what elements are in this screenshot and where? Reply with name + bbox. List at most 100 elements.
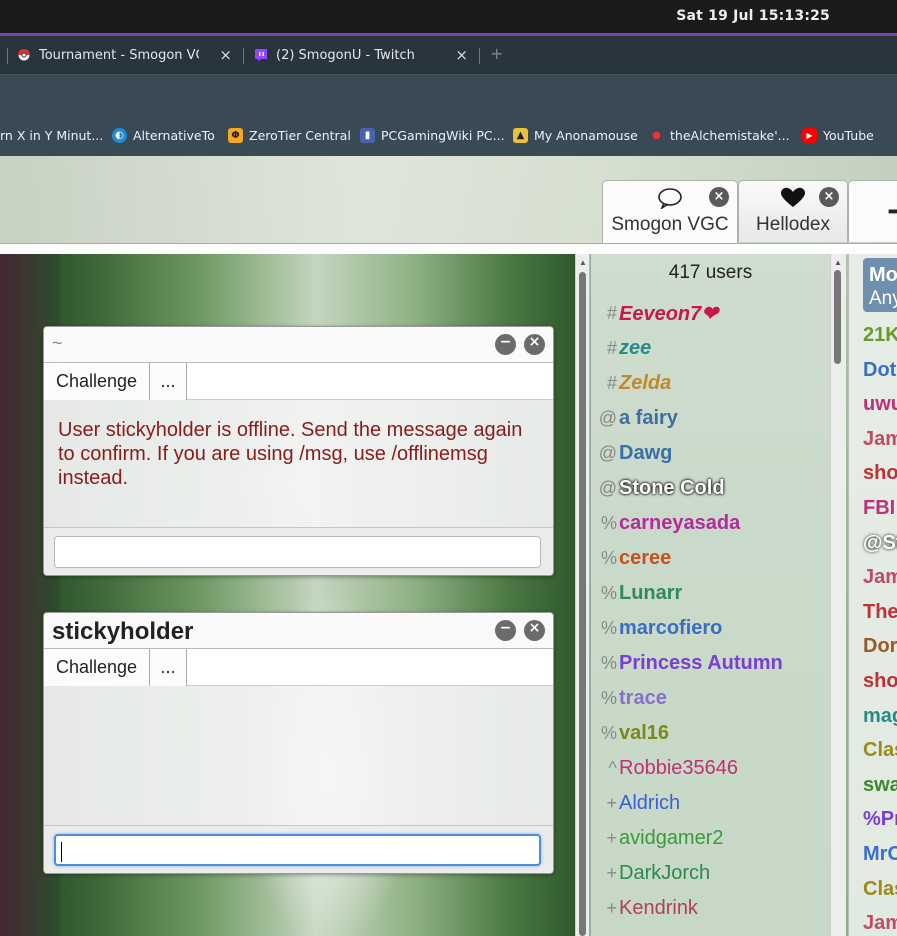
close-icon[interactable]: × — [524, 334, 545, 355]
user-rank-symbol: @ — [598, 442, 617, 463]
user-list-item[interactable]: % val16 — [591, 718, 669, 748]
new-room-tab[interactable]: + — [848, 180, 897, 242]
bookmarks-bar: rn X in Y Minut... ◐ AlternativeTo Φ Zer… — [0, 118, 897, 156]
chat-line: Dot — [863, 358, 897, 381]
bookmark-label: AlternativeTo — [133, 128, 215, 143]
user-name: a fairy — [619, 406, 678, 429]
pm-window-stickyholder: stickyholder − × Challenge ... — [43, 612, 554, 874]
user-list-item[interactable]: % carneyasada — [591, 508, 740, 538]
bookmark-label: ZeroTier Central — [249, 128, 351, 143]
browser-tab-twitch[interactable]: (2) SmogonU - Twitch × — [254, 43, 468, 67]
user-name: trace — [619, 686, 667, 709]
user-name: Dawg — [619, 441, 673, 464]
more-options-button[interactable]: ... — [150, 363, 187, 400]
challenge-button[interactable]: Challenge — [44, 363, 150, 400]
close-room-icon[interactable]: × — [819, 187, 839, 207]
user-rank-symbol: % — [600, 547, 617, 568]
minimize-icon[interactable]: − — [495, 620, 516, 641]
bookmark-item[interactable]: ● theAlchemistake'... — [649, 128, 789, 143]
user-rank-symbol: % — [600, 617, 617, 638]
user-name: Lunarr — [619, 581, 683, 604]
text-caret — [61, 842, 62, 862]
pm-message-log — [44, 686, 553, 722]
user-list-item[interactable]: # Zelda — [591, 368, 671, 398]
room-bar-strip — [0, 244, 897, 254]
chat-line: FBI — [863, 497, 896, 519]
user-name: zee — [619, 336, 652, 359]
bookmark-label: YouTube — [823, 128, 874, 143]
room-tab-hellodex[interactable]: Hellodex × — [738, 180, 848, 242]
pm-message-input[interactable] — [54, 834, 541, 866]
pm-title: stickyholder — [52, 618, 194, 645]
user-list-item[interactable]: % trace — [591, 683, 667, 713]
scroll-up-icon[interactable]: ▲ — [579, 258, 587, 267]
close-tab-icon[interactable]: × — [219, 46, 232, 64]
tab-separator — [479, 48, 480, 64]
browser-tab-tournament[interactable]: Tournament - Smogon VGC L × — [17, 43, 232, 67]
challenge-button[interactable]: Challenge — [44, 649, 150, 686]
user-list-item[interactable]: @ Stone Cold — [591, 473, 725, 503]
user-list-item[interactable]: @ a fairy — [591, 403, 678, 433]
user-list-item[interactable]: % Princess Autumn — [591, 648, 783, 678]
user-name: Stone Cold — [619, 476, 725, 499]
user-name: Aldrich — [619, 791, 681, 814]
user-rank-symbol: % — [600, 512, 617, 533]
close-room-icon[interactable]: × — [709, 187, 729, 207]
zerotier-icon: Φ — [228, 128, 243, 143]
bookmark-item[interactable]: ▶ YouTube — [802, 128, 874, 143]
user-list-item[interactable]: + Aldrich — [591, 788, 680, 818]
system-top-bar: Sat 19 Jul 15:13:25 — [0, 0, 897, 33]
user-rank-symbol: @ — [598, 407, 617, 428]
close-tab-icon[interactable]: × — [455, 46, 468, 64]
more-options-button[interactable]: ... — [150, 649, 187, 686]
scroll-up-icon[interactable]: ▲ — [834, 258, 842, 267]
bookmark-item[interactable]: rn X in Y Minut... — [0, 128, 103, 143]
browser-tab-title: Tournament - Smogon VGC L — [39, 47, 199, 63]
pm-area-scrollbar[interactable]: ▲ — [575, 254, 589, 936]
user-rank-symbol: % — [600, 722, 617, 743]
tab-separator — [7, 48, 8, 64]
user-name: Kendrink — [619, 896, 698, 919]
bookmark-item[interactable]: ▮ PCGamingWiki PC... — [360, 128, 505, 143]
pokeball-icon: ● — [652, 130, 661, 141]
user-list-item[interactable]: % ceree — [591, 543, 671, 573]
pm-header[interactable]: ~ − × — [44, 327, 553, 363]
user-rank-symbol: % — [600, 687, 617, 708]
user-list-item[interactable]: ^ Robbie35646 — [591, 753, 738, 783]
pm-header[interactable]: stickyholder − × — [44, 613, 553, 649]
new-tab-button[interactable]: + — [490, 44, 503, 63]
scrollbar-thumb[interactable] — [834, 270, 841, 364]
user-name: Robbie35646 — [619, 756, 738, 779]
chat-line: sho — [863, 670, 897, 692]
user-rank-symbol: ^ — [608, 757, 617, 778]
room-tab-smogon-vgc[interactable]: Smogon VGC × — [602, 180, 738, 243]
address-bar-area[interactable] — [0, 74, 897, 118]
bookmark-item[interactable]: ▲ My Anonamouse — [513, 128, 638, 143]
user-list-item[interactable]: + avidgamer2 — [591, 823, 723, 853]
user-list-item[interactable]: % Lunarr — [591, 578, 682, 608]
chat-line: 21K — [863, 324, 897, 346]
close-icon[interactable]: × — [524, 620, 545, 641]
notice-title: Mo — [869, 264, 897, 286]
user-list-item[interactable]: @ Dawg — [591, 438, 673, 468]
user-rank-symbol: + — [606, 897, 617, 918]
pm-message-input[interactable] — [54, 536, 541, 568]
scrollbar-thumb[interactable] — [579, 272, 586, 936]
user-list-scrollbar[interactable]: ▲ — [830, 254, 846, 936]
chat-line: sho — [863, 462, 897, 485]
chat-line: %Pr — [863, 808, 897, 831]
youtube-icon: ▶ — [802, 128, 817, 143]
user-name: carneyasada — [619, 511, 741, 534]
user-list-item[interactable]: # zee — [591, 333, 651, 363]
offline-warning-message: User stickyholder is offline. Send the m… — [58, 419, 523, 489]
user-name: Princess Autumn — [619, 651, 783, 674]
bookmark-label: PCGamingWiki PC... — [381, 128, 505, 143]
user-list-item[interactable]: # Eeveon7❤ — [591, 298, 718, 328]
bookmark-item[interactable]: Φ ZeroTier Central — [228, 128, 351, 143]
user-list-item[interactable]: + DarkJorch — [591, 858, 710, 888]
user-list-item[interactable]: % marcofiero — [591, 613, 722, 643]
minimize-icon[interactable]: − — [495, 334, 516, 355]
user-rank-symbol: # — [606, 372, 617, 393]
bookmark-item[interactable]: ◐ AlternativeTo — [112, 128, 215, 143]
user-list-item[interactable]: + Kendrink — [591, 893, 698, 923]
